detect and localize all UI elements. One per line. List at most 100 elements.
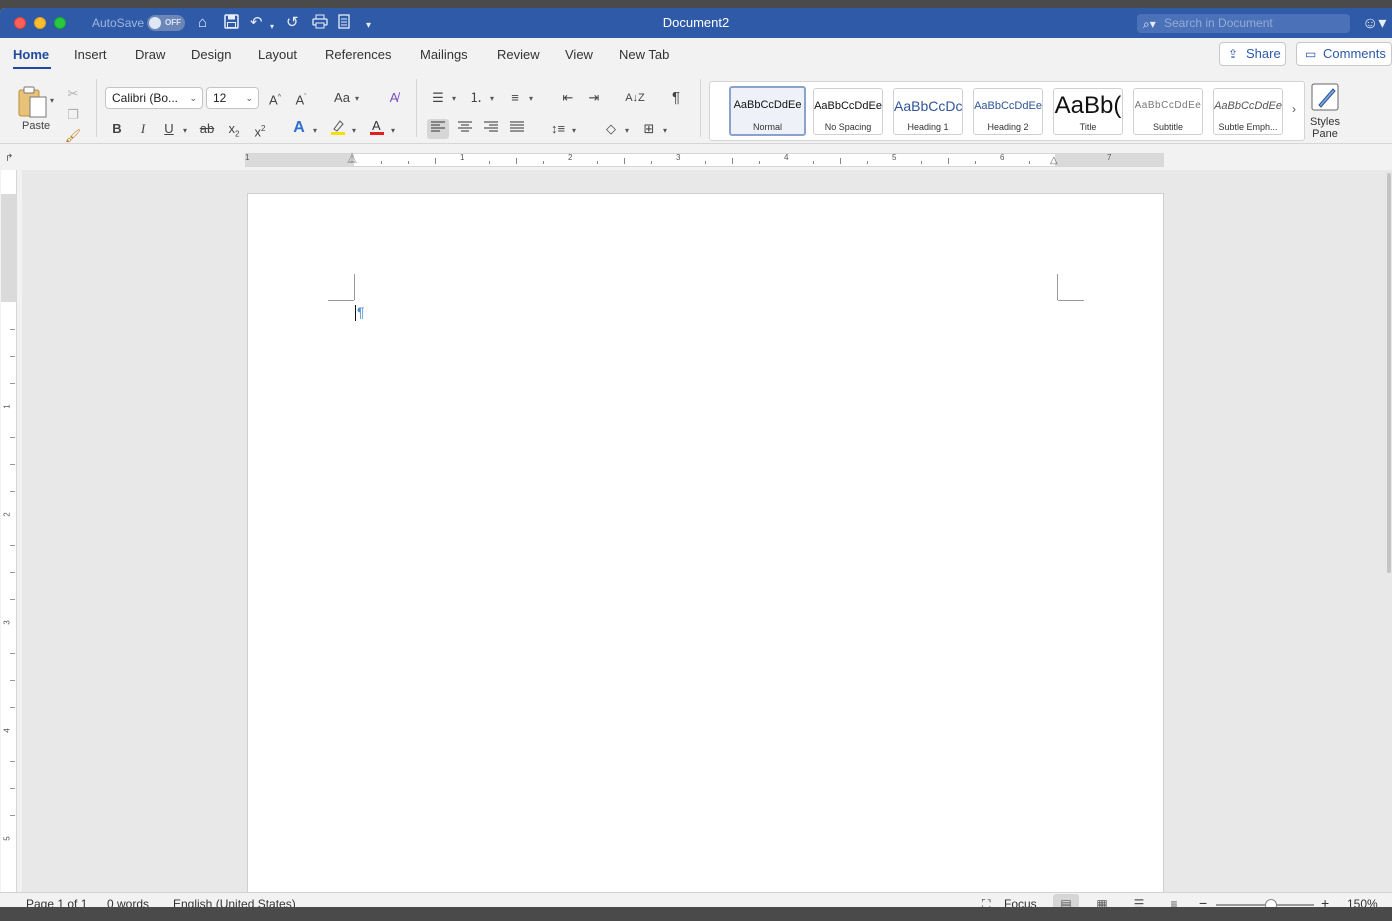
tab-selector-icon[interactable]: ↱ <box>5 153 13 164</box>
outline-view-button[interactable]: ☰ <box>1126 894 1152 907</box>
bullets-dropdown-icon[interactable]: ▾ <box>452 94 456 103</box>
align-right-button[interactable] <box>480 119 502 139</box>
redo-icon[interactable]: ↺ <box>286 14 299 32</box>
word-count[interactable]: 0 words <box>107 897 149 907</box>
tab-view[interactable]: View <box>565 47 593 62</box>
style-no-spacing[interactable]: AaBbCcDdEe No Spacing <box>813 88 883 135</box>
autosave-toggle[interactable]: OFF <box>147 15 185 31</box>
line-spacing-icon[interactable]: ↕≡ <box>547 119 569 139</box>
print-icon[interactable] <box>312 14 328 34</box>
underline-dropdown-icon[interactable]: ▾ <box>183 126 187 135</box>
multilevel-dropdown-icon[interactable]: ▾ <box>529 94 533 103</box>
multilevel-list-icon[interactable]: ≡ <box>504 88 526 108</box>
font-color-icon[interactable]: A <box>366 118 388 138</box>
styles-pane-button[interactable]: Styles Pane <box>1305 81 1345 140</box>
style-normal[interactable]: AaBbCcDdEe Normal <box>729 86 806 136</box>
undo-icon[interactable]: ↶ <box>250 14 263 32</box>
close-window-button[interactable] <box>14 17 26 29</box>
document-page[interactable]: ¶ <box>247 193 1164 893</box>
zoom-out-button[interactable]: − <box>1199 895 1207 907</box>
horizontal-ruler[interactable]: 1 1 2 3 4 5 6 7 <box>245 153 1164 167</box>
format-painter-icon[interactable]: 🖌 <box>62 126 84 146</box>
undo-dropdown-icon[interactable]: ▾ <box>270 18 274 36</box>
style-heading-1[interactable]: AaBbCcDc Heading 1 <box>893 88 963 135</box>
home-icon[interactable]: ⌂ <box>198 14 207 32</box>
show-formatting-marks-icon[interactable]: ¶ <box>665 88 687 108</box>
sort-icon[interactable]: A↓Z <box>624 88 646 108</box>
vertical-ruler[interactable]: 1 2 3 4 5 <box>1 170 17 892</box>
shading-icon[interactable]: ◇ <box>600 119 622 139</box>
line-spacing-dropdown-icon[interactable]: ▾ <box>572 126 576 135</box>
share-button[interactable]: ⇪ Share <box>1219 42 1286 66</box>
borders-icon[interactable]: ⊞ <box>638 119 660 139</box>
highlight-dropdown-icon[interactable]: ▾ <box>352 126 356 135</box>
tab-new-tab[interactable]: New Tab <box>619 47 669 62</box>
borders-dropdown-icon[interactable]: ▾ <box>663 126 667 135</box>
paste-icon[interactable] <box>16 84 50 121</box>
tab-design[interactable]: Design <box>191 47 231 62</box>
grow-font-icon[interactable]: A^ <box>264 88 286 108</box>
align-left-button[interactable] <box>427 119 449 139</box>
feedback-smiley-icon[interactable]: ☺▾ <box>1362 13 1386 33</box>
numbering-dropdown-icon[interactable]: ▾ <box>490 94 494 103</box>
tab-draw[interactable]: Draw <box>135 47 165 62</box>
bullets-icon[interactable]: ☰ <box>427 88 449 108</box>
language-indicator[interactable]: English (United States) <box>173 897 296 907</box>
underline-button[interactable]: U <box>158 119 180 139</box>
font-name-dropdown[interactable]: Calibri (Bo... ⌄ <box>105 87 203 109</box>
align-center-button[interactable] <box>454 119 476 139</box>
decrease-indent-icon[interactable]: ⇤ <box>557 88 579 108</box>
page-count[interactable]: Page 1 of 1 <box>26 897 87 907</box>
superscript-button[interactable]: x2 <box>249 119 271 139</box>
customize-toolbar-icon[interactable]: ▾ <box>366 17 371 35</box>
zoom-in-button[interactable]: + <box>1321 895 1329 907</box>
bold-button[interactable]: B <box>106 119 128 139</box>
tab-home[interactable]: Home <box>13 47 49 62</box>
font-size-dropdown[interactable]: 12 ⌄ <box>206 87 259 109</box>
tab-references[interactable]: References <box>325 47 391 62</box>
first-line-indent-marker[interactable]: ⏅ <box>347 150 357 165</box>
strikethrough-button[interactable]: ab <box>196 119 218 139</box>
font-color-dropdown-icon[interactable]: ▾ <box>391 126 395 135</box>
tab-mailings[interactable]: Mailings <box>420 47 468 62</box>
web-layout-view-button[interactable]: ▦ <box>1089 894 1115 907</box>
shading-dropdown-icon[interactable]: ▾ <box>625 126 629 135</box>
highlight-color-icon[interactable] <box>327 118 349 138</box>
numbering-icon[interactable]: ⒈ <box>465 88 487 108</box>
clear-formatting-icon[interactable]: A̸ <box>383 88 405 108</box>
gallery-next-icon[interactable]: › <box>1292 102 1296 116</box>
text-effects-dropdown-icon[interactable]: ▾ <box>313 126 317 135</box>
text-effects-icon[interactable]: A <box>288 118 310 138</box>
focus-mode-icon[interactable]: ⛶ <box>982 897 990 907</box>
draft-view-button[interactable]: ≡ <box>1161 894 1187 907</box>
tab-review[interactable]: Review <box>497 47 540 62</box>
style-subtitle[interactable]: AaBbCcDdEe Subtitle <box>1133 88 1203 135</box>
italic-button[interactable]: I <box>132 119 154 139</box>
subscript-button[interactable]: x2 <box>223 119 245 139</box>
change-case-icon[interactable]: Aa <box>331 88 353 108</box>
change-case-dropdown-icon[interactable]: ▾ <box>355 94 359 103</box>
save-icon[interactable] <box>224 14 239 34</box>
style-subtle-emphasis[interactable]: AaBbCcDdEe Subtle Emph... <box>1213 88 1283 135</box>
comments-button[interactable]: ▭ Comments <box>1296 42 1392 66</box>
shrink-font-icon[interactable]: Aˇ <box>290 88 312 108</box>
zoom-level[interactable]: 150% <box>1347 897 1378 907</box>
vertical-scrollbar[interactable] <box>1387 173 1391 573</box>
document-icon[interactable] <box>338 14 350 34</box>
copy-icon[interactable]: ❐ <box>62 105 84 125</box>
print-layout-view-button[interactable]: ▤ <box>1053 894 1079 907</box>
search-document-input[interactable]: ⌕▾ Search in Document <box>1137 14 1350 33</box>
justify-button[interactable] <box>506 119 528 139</box>
minimize-window-button[interactable] <box>34 17 46 29</box>
increase-indent-icon[interactable]: ⇥ <box>583 88 605 108</box>
tab-layout[interactable]: Layout <box>258 47 297 62</box>
style-title[interactable]: AaBb( Title <box>1053 88 1123 135</box>
tab-insert[interactable]: Insert <box>74 47 107 62</box>
zoom-slider-knob[interactable] <box>1265 899 1278 907</box>
style-heading-2[interactable]: AaBbCcDdEe Heading 2 <box>973 88 1043 135</box>
right-indent-marker[interactable]: △ <box>1050 155 1058 166</box>
cut-icon[interactable]: ✂ <box>62 84 84 104</box>
focus-button[interactable]: Focus <box>1004 897 1037 907</box>
paste-dropdown-icon[interactable]: ▾ <box>50 96 54 105</box>
zoom-window-button[interactable] <box>54 17 66 29</box>
